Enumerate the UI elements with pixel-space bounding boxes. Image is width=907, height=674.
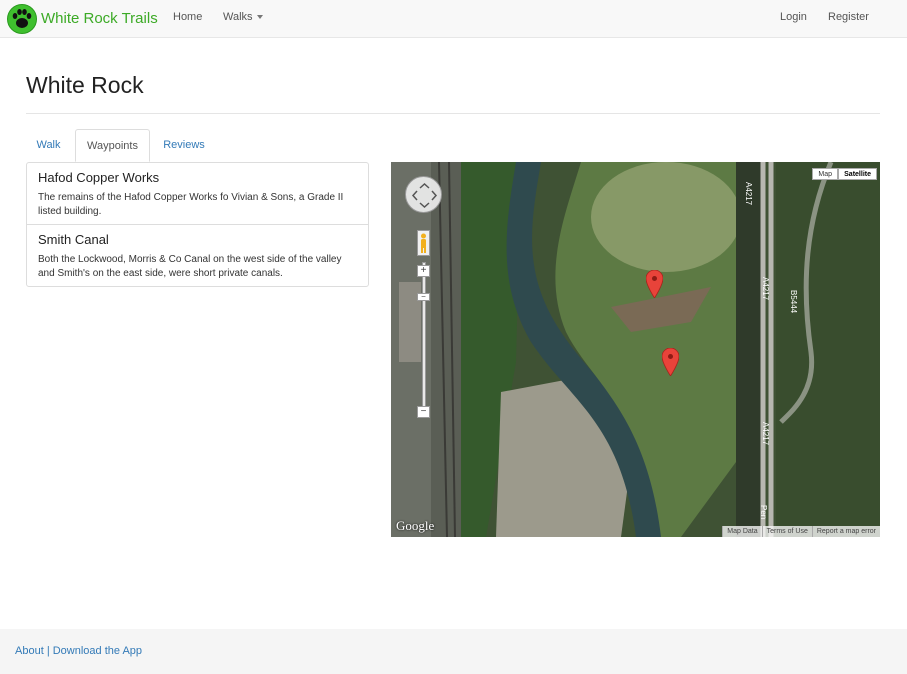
map-canvas[interactable]: Map Satellite + − − A4217 A4217 A4217 B5… bbox=[391, 162, 880, 537]
waypoint-description: Both the Lockwood, Morris & Co Canal on … bbox=[38, 254, 342, 279]
terms-of-use-link[interactable]: Terms of Use bbox=[761, 526, 812, 537]
zoom-slider-handle[interactable]: − bbox=[417, 293, 430, 301]
zoom-slider[interactable] bbox=[422, 262, 426, 412]
footer: About | Download the App bbox=[0, 629, 907, 674]
footer-separator: | bbox=[46, 645, 50, 657]
waypoint-title: Hafod Copper Works bbox=[38, 170, 160, 185]
zoom-in-button[interactable]: + bbox=[417, 265, 430, 277]
nav-walks-label: Walks bbox=[223, 11, 253, 23]
map-marker-icon[interactable] bbox=[662, 348, 679, 376]
zoom-out-button[interactable]: − bbox=[417, 406, 430, 418]
map-data-link[interactable]: Map Data bbox=[722, 526, 762, 537]
page-title: White Rock bbox=[26, 72, 144, 98]
nav-register[interactable]: Register bbox=[828, 11, 869, 23]
nav-login[interactable]: Login bbox=[780, 11, 807, 23]
map-type-satellite-button[interactable]: Satellite bbox=[838, 168, 877, 180]
caret-down-icon bbox=[256, 15, 263, 20]
tab-walk[interactable]: Walk bbox=[26, 129, 71, 162]
divider bbox=[26, 113, 880, 114]
nav-walks-dropdown[interactable]: Walks bbox=[223, 11, 263, 23]
brand-link[interactable]: White Rock Trails bbox=[7, 3, 158, 34]
google-logo: Google bbox=[396, 518, 435, 533]
tab-waypoints[interactable]: Waypoints bbox=[75, 129, 150, 162]
pan-control[interactable] bbox=[405, 176, 442, 213]
waypoint-list: Hafod Copper Works The remains of the Ha… bbox=[26, 162, 369, 287]
tab-reviews[interactable]: Reviews bbox=[154, 129, 214, 162]
map-attribution: Map Data Terms of Use Report a map error bbox=[722, 526, 880, 537]
waypoint-description: The remains of the Hafod Copper Works fo… bbox=[38, 192, 344, 217]
footer-links: About | Download the App bbox=[15, 645, 142, 657]
satellite-imagery bbox=[391, 162, 880, 537]
waypoint-title: Smith Canal bbox=[38, 232, 109, 247]
list-item[interactable]: Smith Canal Both the Lockwood, Morris & … bbox=[26, 224, 369, 287]
list-item[interactable]: Hafod Copper Works The remains of the Ha… bbox=[26, 162, 369, 225]
report-map-error-link[interactable]: Report a map error bbox=[811, 526, 880, 537]
navbar: White Rock Trails Home Walks Login Regis… bbox=[0, 0, 907, 38]
footer-download-link[interactable]: Download the App bbox=[53, 645, 142, 657]
pan-arrows-icon bbox=[411, 182, 438, 209]
nav-home[interactable]: Home bbox=[173, 11, 202, 23]
map-marker-icon[interactable] bbox=[646, 270, 663, 298]
map-type-map-button[interactable]: Map bbox=[812, 168, 838, 180]
brand-name: White Rock Trails bbox=[41, 10, 158, 27]
footer-about-link[interactable]: About bbox=[15, 645, 44, 657]
pegman-icon[interactable] bbox=[417, 230, 430, 256]
tab-bar: Walk Waypoints Reviews bbox=[26, 129, 880, 162]
paw-print-icon bbox=[7, 3, 37, 34]
